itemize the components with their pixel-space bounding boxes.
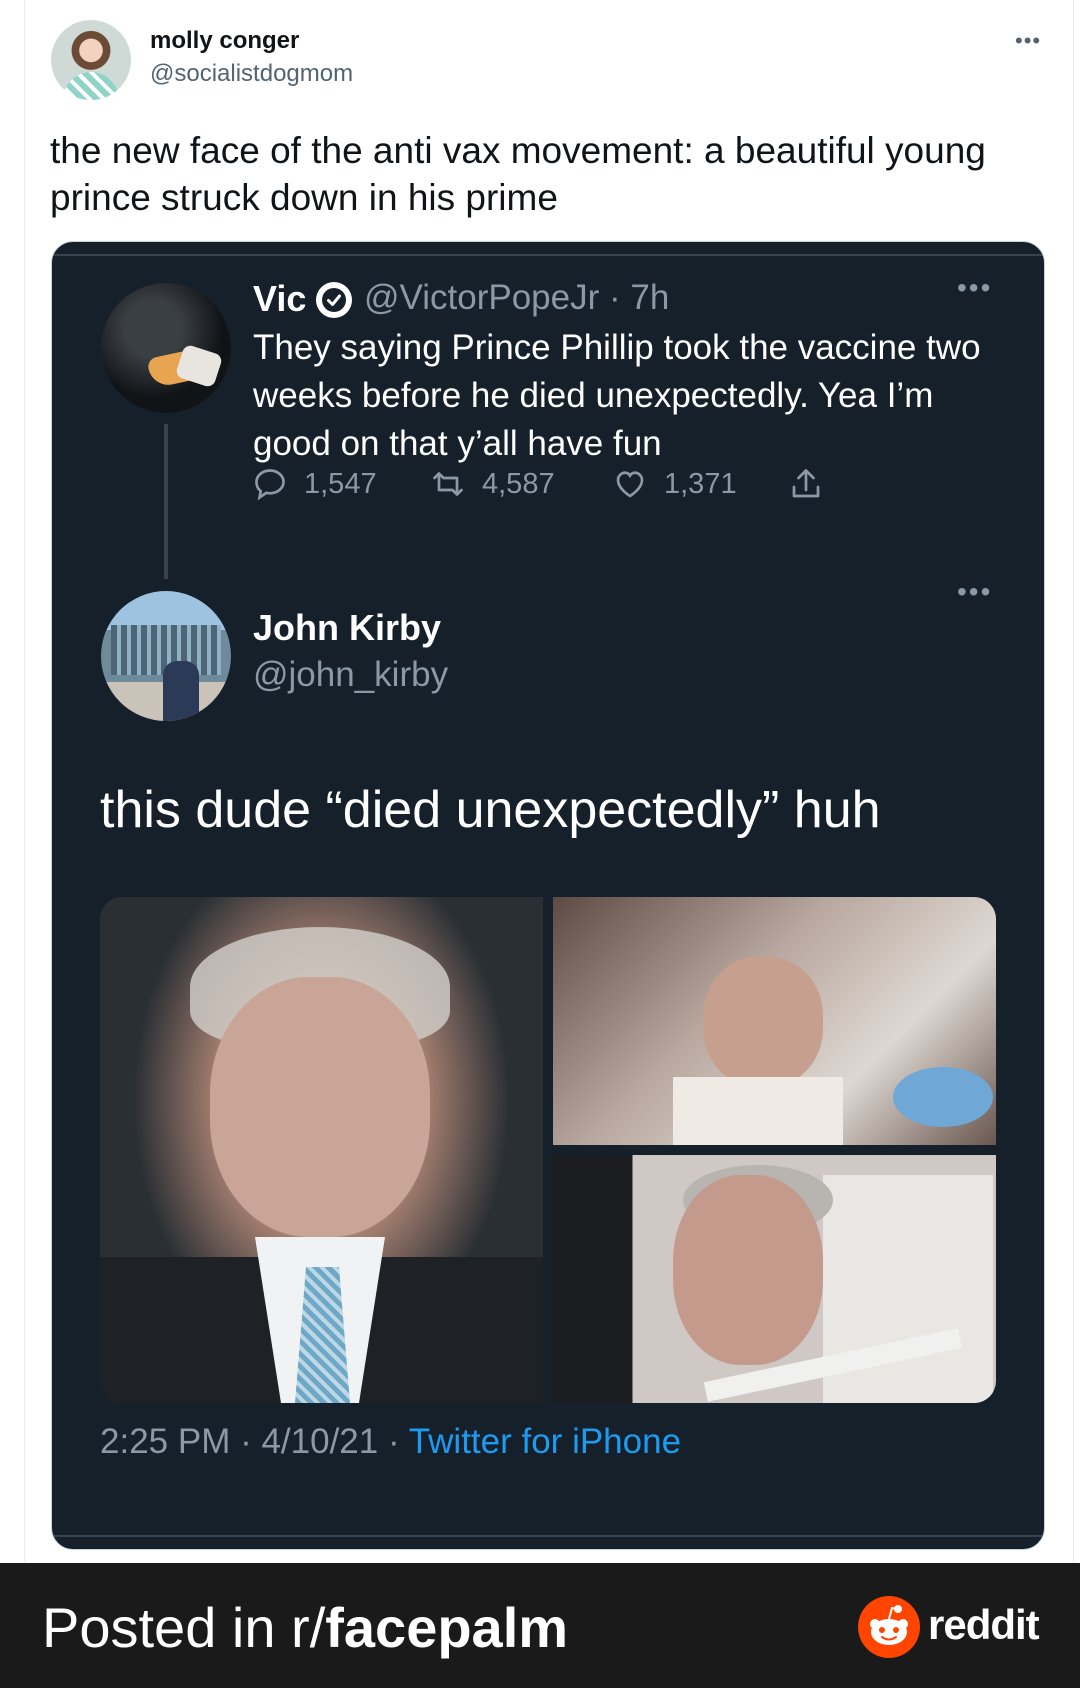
embedded-screenshot: Vic @VictorPopeJr · 7h ••• They saying P… xyxy=(51,241,1045,1550)
tweet-text: the new face of the anti vax movement: a… xyxy=(50,130,986,218)
reply-count: 1,547 xyxy=(304,467,377,500)
photo-detail xyxy=(893,1067,993,1127)
photo-2[interactable] xyxy=(553,897,996,1145)
tweet-timestamp: 2:25 PM · 4/10/21 · Twitter for iPhone xyxy=(100,1422,681,1462)
retweet-count: 4,587 xyxy=(482,467,555,500)
retweet-icon xyxy=(433,472,463,496)
reply-author-name[interactable]: Vic xyxy=(253,278,306,320)
more-options-icon[interactable]: ••• xyxy=(957,576,992,608)
reply-icon xyxy=(255,469,285,501)
main-author-avatar[interactable] xyxy=(101,591,231,721)
heart-icon xyxy=(616,471,644,498)
subreddit-name[interactable]: facepalm xyxy=(325,1596,568,1659)
more-options-icon[interactable]: ••• xyxy=(1015,28,1041,54)
retweet-action[interactable]: 4,587 xyxy=(430,462,555,506)
photo-3[interactable] xyxy=(553,1155,996,1403)
author-handle[interactable]: @socialistdogmom xyxy=(150,60,353,88)
photo-detail xyxy=(673,1077,843,1145)
photo-detail xyxy=(673,1175,823,1365)
main-tweet-text: this dude “died unexpectedly” huh xyxy=(100,781,881,839)
reddit-logo-icon xyxy=(858,1596,920,1658)
main-author-handle[interactable]: @john_kirby xyxy=(253,655,448,695)
screenshot-page: molly conger @socialistdogmom ••• the ne… xyxy=(0,0,1080,1688)
thread-connector-line xyxy=(164,424,168,579)
reddit-wordmark: reddit xyxy=(928,1601,1040,1648)
reply-author-avatar[interactable] xyxy=(101,283,231,413)
timestamp-text: 2:25 PM · 4/10/21 · xyxy=(100,1422,409,1461)
more-options-icon[interactable]: ••• xyxy=(957,272,992,304)
reply-author-handle-time[interactable]: @VictorPopeJr · 7h xyxy=(364,278,669,318)
avatar-shirt xyxy=(63,72,119,100)
divider xyxy=(52,1535,1044,1537)
main-author-name[interactable]: John Kirby xyxy=(253,607,441,649)
like-count: 1,371 xyxy=(664,467,737,500)
verified-badge-icon xyxy=(316,282,352,318)
author-avatar[interactable] xyxy=(51,20,131,100)
photo-1[interactable] xyxy=(100,897,543,1403)
photo-detail xyxy=(210,977,430,1237)
avatar-detail xyxy=(163,661,199,721)
tweet-action-bar: 1,547 4,587 1,371 xyxy=(252,462,872,506)
divider xyxy=(52,254,1044,256)
share-icon xyxy=(792,469,820,498)
like-action[interactable]: 1,371 xyxy=(612,462,737,506)
photo-detail xyxy=(703,957,823,1087)
reply-action[interactable]: 1,547 xyxy=(252,462,377,506)
photo-grid xyxy=(100,897,996,1403)
posted-in-label: Posted in r/facepalm xyxy=(42,1595,568,1660)
reply-tweet-text: They saying Prince Phillip took the vacc… xyxy=(253,328,981,463)
author-display-name[interactable]: molly conger xyxy=(150,27,299,55)
share-action[interactable] xyxy=(788,462,824,506)
reddit-footer-bar: Posted in r/facepalm reddit xyxy=(0,1563,1080,1688)
posted-prefix: Posted in r/ xyxy=(42,1596,326,1659)
tweet-source-link[interactable]: Twitter for iPhone xyxy=(409,1422,681,1461)
